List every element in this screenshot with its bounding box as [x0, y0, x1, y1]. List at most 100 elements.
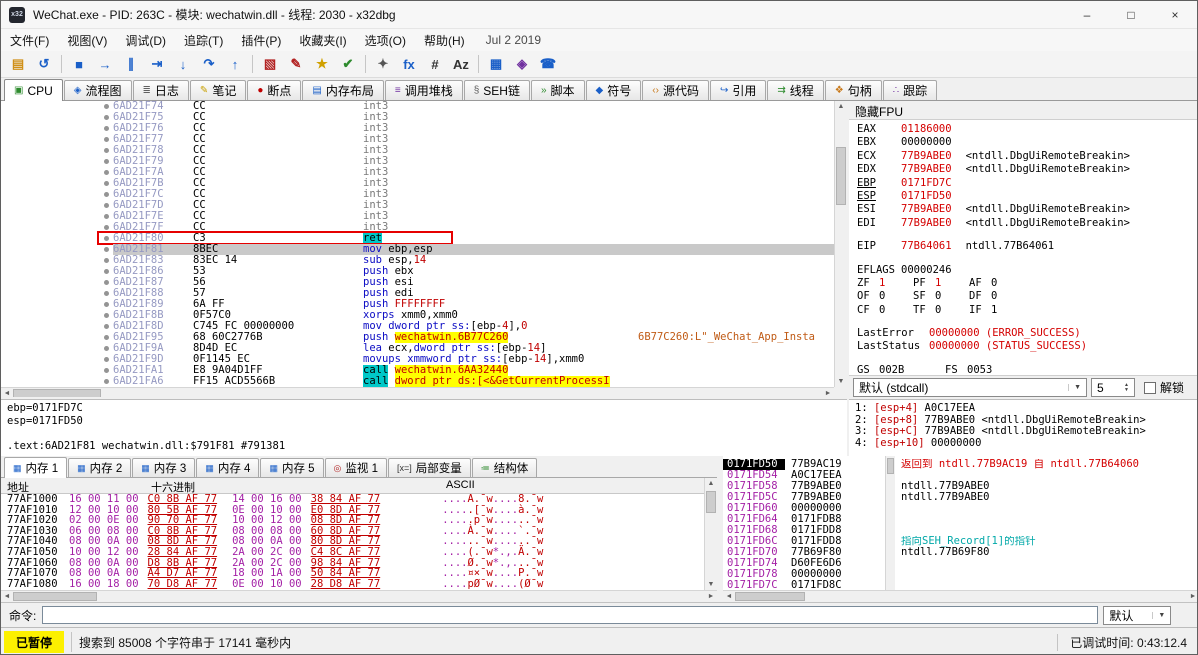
breakpoint-gutter[interactable] [1, 277, 113, 288]
breakpoint-gutter[interactable] [1, 288, 113, 299]
scroll-up-icon[interactable]: ▲ [705, 478, 717, 489]
dump-horizontal-scrollbar[interactable]: ◄ ► [1, 590, 717, 601]
tab-threads[interactable]: ⇉线程 [767, 80, 823, 100]
tab-cpu[interactable]: ▣CPU [4, 79, 63, 101]
register-value[interactable]: 77B9ABE0 [901, 150, 952, 162]
step-into-icon[interactable]: ↓ [171, 53, 195, 76]
register-value[interactable]: 00000000 (STATUS_SUCCESS) [929, 340, 1087, 352]
run-to-user-code-icon[interactable]: ⇥ [145, 53, 169, 76]
flag-value[interactable]: 0 [935, 304, 941, 316]
register-value[interactable]: 77B9ABE0 [901, 217, 952, 229]
menu-item[interactable]: 调试(D) [116, 29, 175, 52]
tab-dump-3[interactable]: ▦内存 3 [132, 458, 195, 477]
scroll-left-icon[interactable]: ◄ [1, 591, 13, 602]
calculator-icon[interactable]: # [423, 53, 447, 76]
tab-log[interactable]: ≣日志 [133, 80, 189, 100]
tab-breakpoints[interactable]: ●断点 [247, 80, 301, 100]
stack-vertical-scrollbar[interactable] [885, 456, 895, 590]
scroll-thumb[interactable] [706, 491, 716, 513]
flag-value[interactable]: 1 [879, 277, 885, 289]
command-profile-select[interactable]: 默认 ▼ [1103, 606, 1171, 625]
stack-row[interactable]: 0171FD7C0171FD8C [723, 580, 1198, 590]
menu-item[interactable]: 收藏夹(I) [290, 29, 355, 52]
argument-count-spinner[interactable]: 5 ▲▼ [1091, 378, 1135, 397]
breakpoint-gutter[interactable] [1, 244, 113, 255]
strings-icon[interactable]: Az [449, 53, 473, 76]
breakpoint-gutter[interactable] [1, 354, 113, 365]
tab-handles[interactable]: ❖句柄 [825, 80, 882, 100]
register-value[interactable]: 01186000 [901, 123, 952, 135]
restart-icon[interactable]: ↺ [32, 53, 56, 76]
open-file-icon[interactable]: ▤ [6, 53, 30, 76]
flag-value[interactable]: 0 [935, 290, 941, 302]
breakpoint-gutter[interactable] [1, 211, 113, 222]
tab-dump-5[interactable]: ▦内存 5 [260, 458, 323, 477]
dump-row[interactable]: 77AF105010 00 12 0028 84 AF 772A 00 2C 0… [1, 547, 717, 558]
breakpoint-gutter[interactable] [1, 134, 113, 145]
dump-row[interactable]: 77AF100016 00 11 00C0 8B AF 7714 00 16 0… [1, 494, 717, 505]
menu-item[interactable]: 文件(F) [1, 29, 58, 52]
register-value[interactable]: 00000246 [901, 264, 952, 276]
tab-symbols[interactable]: ◆符号 [586, 80, 642, 100]
breakpoint-gutter[interactable] [1, 189, 113, 200]
minimize-button[interactable]: – [1065, 1, 1109, 29]
tab-dump-1[interactable]: ▦内存 1 [4, 457, 67, 478]
scroll-down-icon[interactable]: ▼ [835, 376, 847, 387]
favourites-icon[interactable]: ★ [310, 53, 334, 76]
scroll-thumb[interactable] [836, 147, 846, 205]
spinner-arrows-icon[interactable]: ▲▼ [1124, 383, 1129, 393]
dump-row[interactable]: 77AF108016 00 18 0070 D8 AF 770E 00 10 0… [1, 579, 717, 590]
breakpoint-gutter[interactable] [1, 310, 113, 321]
disasm-row[interactable]: 6AD21FA6FF15 ACD5566Bcall dword ptr ds:[… [1, 376, 847, 387]
breakpoint-gutter[interactable] [1, 233, 113, 244]
breakpoint-gutter[interactable] [1, 343, 113, 354]
breakpoint-gutter[interactable] [1, 222, 113, 233]
tab-graph[interactable]: ◈流程图 [64, 80, 132, 100]
menu-item[interactable]: 插件(P) [232, 29, 290, 52]
tab-notes[interactable]: ✎笔记 [190, 80, 246, 100]
scroll-right-icon[interactable]: ► [705, 591, 717, 602]
tab-references[interactable]: ↪引用 [710, 80, 766, 100]
breakpoint-gutter[interactable] [1, 332, 113, 343]
flag-value[interactable]: 1 [935, 277, 941, 289]
tab-call-stack[interactable]: ≡调用堆栈 [385, 80, 463, 100]
breakpoint-gutter[interactable] [1, 321, 113, 332]
tab-memory-map[interactable]: ▤内存布局 [302, 80, 383, 100]
breakpoint-gutter[interactable] [1, 200, 113, 211]
menu-item[interactable]: 追踪(T) [175, 29, 232, 52]
tab-dump-2[interactable]: ▦内存 2 [68, 458, 131, 477]
flag-value[interactable]: 0 [879, 304, 885, 316]
execute-till-return-icon[interactable]: ↑ [223, 53, 247, 76]
menu-item[interactable]: 视图(V) [58, 29, 116, 52]
register-value[interactable]: 0171FD50 [901, 190, 952, 202]
scroll-up-icon[interactable]: ▲ [835, 101, 847, 112]
patches-icon[interactable]: ▧ [258, 53, 282, 76]
tab-script[interactable]: »脚本 [531, 80, 585, 100]
close-button[interactable]: × [1153, 1, 1197, 29]
breakpoint-gutter[interactable] [1, 167, 113, 178]
disassembly-vertical-scrollbar[interactable]: ▲ ▼ [834, 101, 847, 387]
scroll-thumb[interactable] [735, 592, 805, 601]
calling-convention-select[interactable]: 默认 (stdcall) ▼ [853, 378, 1087, 397]
scroll-left-icon[interactable]: ◄ [723, 591, 735, 602]
argument-row[interactable]: 4: [esp+10] 00000000 [855, 438, 1198, 450]
scroll-down-icon[interactable]: ▼ [705, 579, 717, 590]
flag-value[interactable]: 0 [991, 290, 997, 302]
breakpoint-gutter[interactable] [1, 255, 113, 266]
tab-seh[interactable]: §SEH链 [464, 80, 530, 100]
breakpoint-gutter[interactable] [1, 156, 113, 167]
memory-map-icon[interactable]: ▦ [484, 53, 508, 76]
register-value[interactable]: 00000000 (ERROR_SUCCESS) [929, 327, 1081, 339]
hide-fpu-button[interactable]: 隐藏FPU [849, 101, 1198, 120]
register-value[interactable]: 00000000 [901, 136, 952, 148]
stop-icon[interactable]: ■ [67, 53, 91, 76]
comment-icon[interactable]: ✎ [284, 53, 308, 76]
step-over-icon[interactable]: ↷ [197, 53, 221, 76]
scroll-right-icon[interactable]: ► [1187, 591, 1198, 602]
menu-item[interactable]: 选项(O) [356, 29, 415, 52]
breakpoint-gutter[interactable] [1, 299, 113, 310]
flag-value[interactable]: 1 [991, 304, 997, 316]
command-input[interactable] [42, 606, 1098, 624]
attach-icon[interactable]: ☎ [536, 53, 560, 76]
register-value[interactable]: 0171FD7C [901, 177, 952, 189]
